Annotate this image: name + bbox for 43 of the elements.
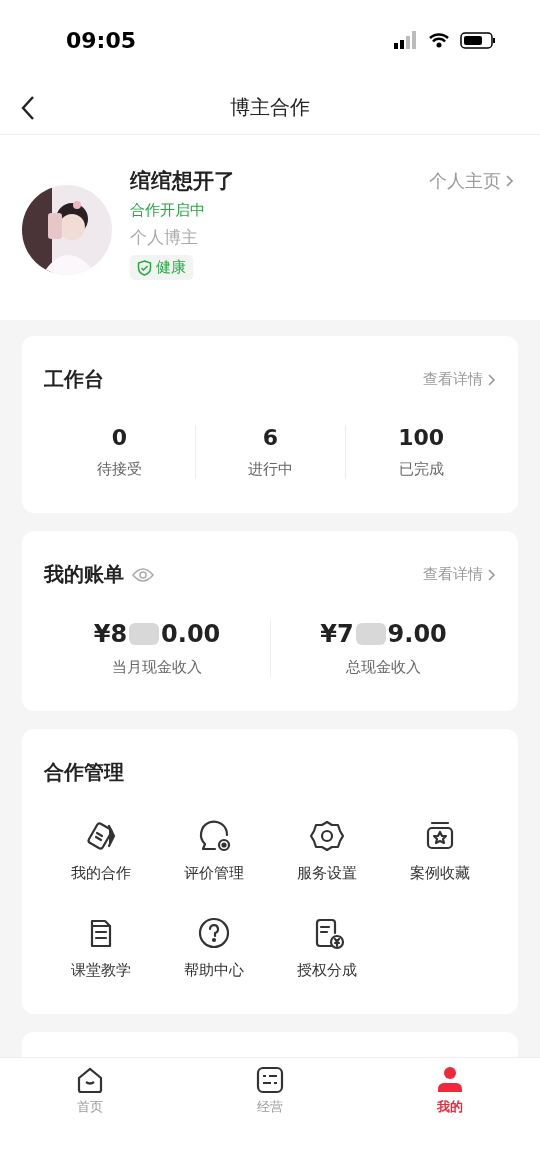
back-icon[interactable] [20,95,36,121]
blur-mark [353,620,388,648]
person-icon [436,1066,464,1094]
wifi-icon [428,32,450,48]
stat-value: 6 [262,425,279,450]
menu-item[interactable]: 课堂教学 [44,915,157,980]
home-icon [76,1066,104,1094]
cooperation-status: 合作开启中 [130,201,206,220]
amount-label: 总现金收入 [346,658,421,677]
menu-item[interactable]: 帮助中心 [157,915,270,980]
stat-label: 已完成 [398,460,444,479]
amount-text: ¥8 [93,620,128,648]
list-icon [256,1066,284,1094]
chevron-icon [487,372,496,387]
stat-label: 进行中 [248,460,293,479]
amount-text: ¥7 [320,620,354,648]
menu-item[interactable]: 案例收藏 [383,818,496,883]
user-name: 绾绾想开了 [130,168,235,195]
tab-item[interactable]: 我的 [360,1058,540,1171]
menu-item[interactable]: 我的合作 [44,818,157,883]
signal-icon [392,31,418,49]
user-role: 个人博主 [130,226,199,249]
chevron-icon [487,567,496,582]
chevron-icon [505,174,514,188]
status-time: 09:05 [66,27,137,53]
stat-label: 待接受 [96,460,142,479]
stat-value: 0 [111,425,127,450]
amount-text: 0.00 [161,620,221,648]
amount-text: 9.00 [387,620,447,648]
card-title: 我的账单 [44,561,124,588]
shield-check-icon [137,259,152,276]
card-title: 合作管理 [44,760,124,784]
page-title: 博主合作 [230,93,310,121]
battery-icon [460,31,496,49]
menu-item[interactable]: 授权分成 [270,915,383,980]
menu-item[interactable]: 评价管理 [157,818,270,883]
health-badge: 健康 [130,255,193,280]
blur-mark [127,620,162,648]
card-title: 工作台 [44,366,104,393]
menu-item[interactable]: 服务设置 [270,818,383,883]
settings-icon [308,818,345,854]
stat-value: 100 [398,425,445,450]
amount-label: 当月现金收入 [112,658,202,677]
